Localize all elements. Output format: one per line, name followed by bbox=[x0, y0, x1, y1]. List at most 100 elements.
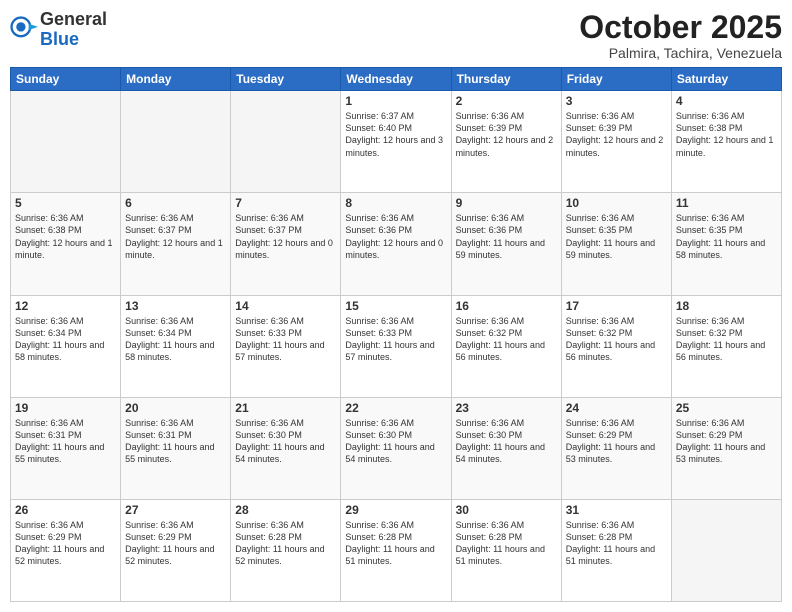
day-info: Sunrise: 6:36 AM Sunset: 6:29 PM Dayligh… bbox=[125, 519, 226, 568]
calendar-week-2: 5 Sunrise: 6:36 AM Sunset: 6:38 PM Daylig… bbox=[11, 193, 782, 295]
day-info: Sunrise: 6:36 AM Sunset: 6:32 PM Dayligh… bbox=[456, 315, 557, 364]
day-number: 16 bbox=[456, 299, 557, 313]
header-saturday: Saturday bbox=[671, 68, 781, 91]
day-info: Sunrise: 6:36 AM Sunset: 6:29 PM Dayligh… bbox=[676, 417, 777, 466]
calendar-week-3: 12Sunrise: 6:36 AM Sunset: 6:34 PM Dayli… bbox=[11, 295, 782, 397]
calendar-cell: 28Sunrise: 6:36 AM Sunset: 6:28 PM Dayli… bbox=[231, 499, 341, 601]
day-number: 26 bbox=[15, 503, 116, 517]
calendar-cell: 1 Sunrise: 6:37 AM Sunset: 6:40 PM Daylig… bbox=[341, 91, 451, 193]
calendar-cell: 12Sunrise: 6:36 AM Sunset: 6:34 PM Dayli… bbox=[11, 295, 121, 397]
calendar-cell: 25 Sunrise: 6:36 AM Sunset: 6:29 PM Dayli… bbox=[671, 397, 781, 499]
title-area: October 2025 Palmira, Tachira, Venezuela bbox=[579, 10, 782, 61]
day-info: Sunrise: 6:36 AM Sunset: 6:28 PM Dayligh… bbox=[566, 519, 667, 568]
calendar-cell bbox=[671, 499, 781, 601]
day-number: 9 bbox=[456, 196, 557, 210]
day-info: Sunrise: 6:36 AM Sunset: 6:32 PM Dayligh… bbox=[676, 315, 777, 364]
calendar-cell: 7Sunrise: 6:36 AM Sunset: 6:37 PM Daylig… bbox=[231, 193, 341, 295]
day-number: 24 bbox=[566, 401, 667, 415]
day-number: 10 bbox=[566, 196, 667, 210]
day-info: Sunrise: 6:36 AM Sunset: 6:36 PM Dayligh… bbox=[456, 212, 557, 261]
calendar-cell: 31 Sunrise: 6:36 AM Sunset: 6:28 PM Dayli… bbox=[561, 499, 671, 601]
calendar-cell: 5 Sunrise: 6:36 AM Sunset: 6:38 PM Daylig… bbox=[11, 193, 121, 295]
day-info: Sunrise: 6:36 AM Sunset: 6:39 PM Dayligh… bbox=[456, 110, 557, 159]
day-info: Sunrise: 6:36 AM Sunset: 6:39 PM Dayligh… bbox=[566, 110, 667, 159]
day-info: Sunrise: 6:36 AM Sunset: 6:34 PM Dayligh… bbox=[125, 315, 226, 364]
day-info: Sunrise: 6:36 AM Sunset: 6:37 PM Dayligh… bbox=[235, 212, 336, 261]
day-number: 18 bbox=[676, 299, 777, 313]
calendar: Sunday Monday Tuesday Wednesday Thursday… bbox=[10, 67, 782, 602]
calendar-cell bbox=[121, 91, 231, 193]
calendar-cell: 30Sunrise: 6:36 AM Sunset: 6:28 PM Dayli… bbox=[451, 499, 561, 601]
day-info: Sunrise: 6:36 AM Sunset: 6:30 PM Dayligh… bbox=[235, 417, 336, 466]
header-monday: Monday bbox=[121, 68, 231, 91]
day-info: Sunrise: 6:36 AM Sunset: 6:30 PM Dayligh… bbox=[456, 417, 557, 466]
logo-general-text: General bbox=[40, 10, 107, 30]
day-number: 11 bbox=[676, 196, 777, 210]
day-number: 22 bbox=[345, 401, 446, 415]
calendar-week-5: 26 Sunrise: 6:36 AM Sunset: 6:29 PM Dayli… bbox=[11, 499, 782, 601]
logo: General Blue bbox=[10, 10, 107, 50]
day-number: 28 bbox=[235, 503, 336, 517]
day-info: Sunrise: 6:36 AM Sunset: 6:34 PM Dayligh… bbox=[15, 315, 116, 364]
day-number: 25 bbox=[676, 401, 777, 415]
header-sunday: Sunday bbox=[11, 68, 121, 91]
day-info: Sunrise: 6:36 AM Sunset: 6:29 PM Dayligh… bbox=[15, 519, 116, 568]
header-tuesday: Tuesday bbox=[231, 68, 341, 91]
day-number: 4 bbox=[676, 94, 777, 108]
calendar-cell: 18 Sunrise: 6:36 AM Sunset: 6:32 PM Dayli… bbox=[671, 295, 781, 397]
header-friday: Friday bbox=[561, 68, 671, 91]
day-info: Sunrise: 6:36 AM Sunset: 6:38 PM Dayligh… bbox=[15, 212, 116, 261]
day-number: 21 bbox=[235, 401, 336, 415]
calendar-cell: 26 Sunrise: 6:36 AM Sunset: 6:29 PM Dayli… bbox=[11, 499, 121, 601]
day-info: Sunrise: 6:36 AM Sunset: 6:33 PM Dayligh… bbox=[235, 315, 336, 364]
day-number: 23 bbox=[456, 401, 557, 415]
calendar-cell: 20 Sunrise: 6:36 AM Sunset: 6:31 PM Dayli… bbox=[121, 397, 231, 499]
day-info: Sunrise: 6:36 AM Sunset: 6:32 PM Dayligh… bbox=[566, 315, 667, 364]
day-info: Sunrise: 6:36 AM Sunset: 6:36 PM Dayligh… bbox=[345, 212, 446, 261]
calendar-cell: 23 Sunrise: 6:36 AM Sunset: 6:30 PM Dayli… bbox=[451, 397, 561, 499]
day-number: 30 bbox=[456, 503, 557, 517]
day-number: 5 bbox=[15, 196, 116, 210]
day-number: 29 bbox=[345, 503, 446, 517]
day-number: 19 bbox=[15, 401, 116, 415]
header-wednesday: Wednesday bbox=[341, 68, 451, 91]
header-thursday: Thursday bbox=[451, 68, 561, 91]
calendar-cell: 24 Sunrise: 6:36 AM Sunset: 6:29 PM Dayli… bbox=[561, 397, 671, 499]
calendar-cell: 29 Sunrise: 6:36 AM Sunset: 6:28 PM Dayli… bbox=[341, 499, 451, 601]
day-info: Sunrise: 6:36 AM Sunset: 6:37 PM Dayligh… bbox=[125, 212, 226, 261]
day-number: 8 bbox=[345, 196, 446, 210]
logo-icon bbox=[10, 16, 38, 44]
calendar-cell: 16 Sunrise: 6:36 AM Sunset: 6:32 PM Dayli… bbox=[451, 295, 561, 397]
day-info: Sunrise: 6:36 AM Sunset: 6:35 PM Dayligh… bbox=[676, 212, 777, 261]
calendar-cell bbox=[11, 91, 121, 193]
day-number: 20 bbox=[125, 401, 226, 415]
header: General Blue October 2025 Palmira, Tachi… bbox=[10, 10, 782, 61]
day-info: Sunrise: 6:36 AM Sunset: 6:28 PM Dayligh… bbox=[345, 519, 446, 568]
month-title: October 2025 bbox=[579, 10, 782, 45]
calendar-cell: 6 Sunrise: 6:36 AM Sunset: 6:37 PM Daylig… bbox=[121, 193, 231, 295]
day-info: Sunrise: 6:36 AM Sunset: 6:31 PM Dayligh… bbox=[125, 417, 226, 466]
day-info: Sunrise: 6:36 AM Sunset: 6:35 PM Dayligh… bbox=[566, 212, 667, 261]
calendar-week-4: 19 Sunrise: 6:36 AM Sunset: 6:31 PM Dayli… bbox=[11, 397, 782, 499]
day-info: Sunrise: 6:36 AM Sunset: 6:38 PM Dayligh… bbox=[676, 110, 777, 159]
day-number: 31 bbox=[566, 503, 667, 517]
day-number: 1 bbox=[345, 94, 446, 108]
day-number: 13 bbox=[125, 299, 226, 313]
calendar-week-1: 1 Sunrise: 6:37 AM Sunset: 6:40 PM Daylig… bbox=[11, 91, 782, 193]
calendar-cell: 13 Sunrise: 6:36 AM Sunset: 6:34 PM Dayli… bbox=[121, 295, 231, 397]
calendar-cell: 4 Sunrise: 6:36 AM Sunset: 6:38 PM Daylig… bbox=[671, 91, 781, 193]
calendar-cell: 21 Sunrise: 6:36 AM Sunset: 6:30 PM Dayli… bbox=[231, 397, 341, 499]
day-number: 17 bbox=[566, 299, 667, 313]
day-info: Sunrise: 6:36 AM Sunset: 6:29 PM Dayligh… bbox=[566, 417, 667, 466]
calendar-cell bbox=[231, 91, 341, 193]
calendar-cell: 11 Sunrise: 6:36 AM Sunset: 6:35 PM Dayli… bbox=[671, 193, 781, 295]
day-info: Sunrise: 6:36 AM Sunset: 6:33 PM Dayligh… bbox=[345, 315, 446, 364]
calendar-cell: 14 Sunrise: 6:36 AM Sunset: 6:33 PM Dayli… bbox=[231, 295, 341, 397]
day-number: 6 bbox=[125, 196, 226, 210]
calendar-cell: 3Sunrise: 6:36 AM Sunset: 6:39 PM Daylig… bbox=[561, 91, 671, 193]
day-number: 14 bbox=[235, 299, 336, 313]
calendar-cell: 15Sunrise: 6:36 AM Sunset: 6:33 PM Dayli… bbox=[341, 295, 451, 397]
day-info: Sunrise: 6:36 AM Sunset: 6:30 PM Dayligh… bbox=[345, 417, 446, 466]
day-info: Sunrise: 6:37 AM Sunset: 6:40 PM Dayligh… bbox=[345, 110, 446, 159]
location: Palmira, Tachira, Venezuela bbox=[579, 45, 782, 61]
